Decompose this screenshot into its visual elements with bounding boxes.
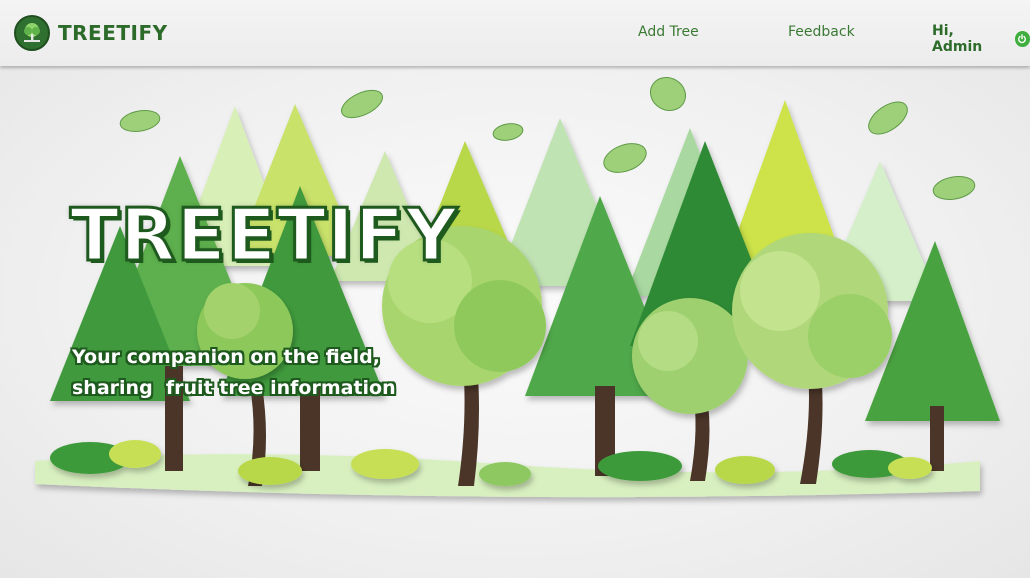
- hero-section: TREETIFY Your companion on the field, sh…: [0, 66, 1030, 578]
- paper-forest-illustration: [35, 76, 1000, 498]
- user-greeting: Hi, Admin: [932, 23, 983, 55]
- power-icon[interactable]: [1014, 31, 1030, 47]
- nav-add-tree-link[interactable]: Add Tree: [638, 24, 699, 40]
- user-area: Hi, Admin: [932, 23, 1030, 55]
- nav-feedback-link[interactable]: Feedback: [788, 24, 855, 40]
- tree-logo-icon: [14, 15, 50, 51]
- hero-tagline: Your companion on the field, sharing fru…: [72, 342, 452, 404]
- top-navbar: TREETIFY Add Tree Feedback Hi, Admin: [0, 0, 1030, 66]
- tagline-line-1: Your companion on the field,: [72, 346, 380, 368]
- hero-title: TREETIFY: [68, 193, 459, 277]
- brand-name: TREETIFY: [58, 21, 168, 45]
- brand-home-link[interactable]: TREETIFY: [14, 15, 168, 51]
- tagline-line-2: sharing fruit tree information: [72, 377, 396, 399]
